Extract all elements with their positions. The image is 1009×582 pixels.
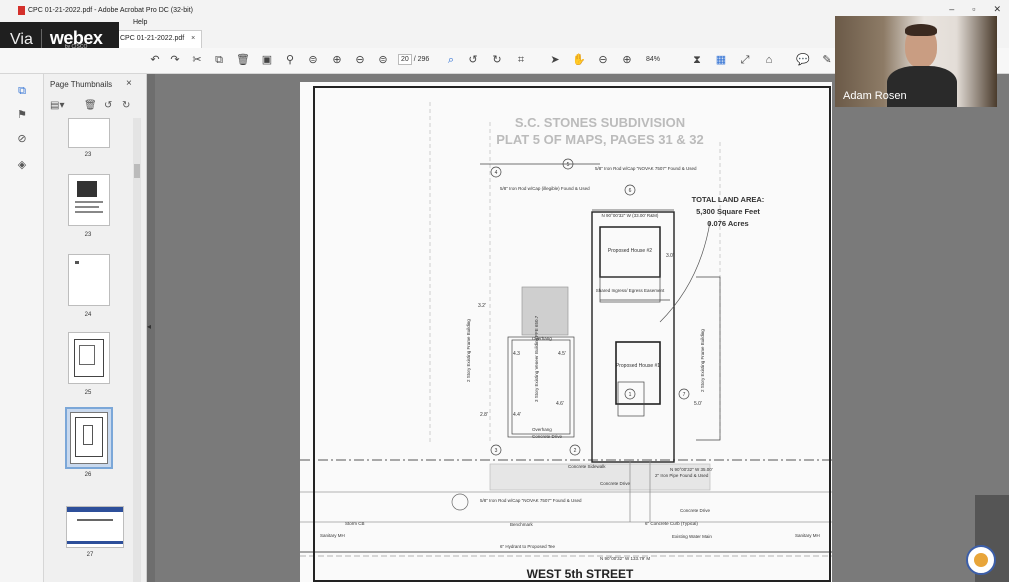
- document-tab[interactable]: CPC 01-21-2022.pdf ×: [113, 30, 203, 48]
- thumbnail-page[interactable]: [66, 506, 124, 548]
- thumbnail-page-number: 26: [84, 472, 92, 478]
- thumbnail-rotate-right-icon[interactable]: ↻: [122, 100, 130, 111]
- zoom-out-icon[interactable]: ⊖: [596, 53, 610, 67]
- tab-close-icon[interactable]: ×: [191, 35, 195, 42]
- zoom-value[interactable]: 84%: [646, 56, 660, 63]
- undo-icon[interactable]: ↶: [148, 53, 162, 67]
- scrollbar-thumb[interactable]: [134, 164, 140, 178]
- thumbnail-page-number: 25: [84, 390, 92, 396]
- find-icon[interactable]: ⚲: [283, 53, 297, 67]
- thumbnail-page-selected[interactable]: [65, 407, 113, 469]
- pdf-icon: [18, 6, 25, 15]
- maximize-icon[interactable]: ▫: [972, 4, 975, 15]
- window-controls: – ▫ ✕: [949, 4, 1001, 15]
- webex-brand-block: webex by CISCO: [50, 29, 103, 50]
- delete-icon[interactable]: 🗑: [236, 53, 250, 67]
- thumbnail-page[interactable]: [68, 332, 110, 384]
- page-total: / 296: [413, 56, 430, 63]
- comment-icon[interactable]: 💬: [796, 53, 810, 67]
- snapshot-icon[interactable]: ▣: [260, 53, 274, 67]
- screen: CPC 01-21-2022.pdf - Adobe Acrobat Pro D…: [0, 0, 1009, 582]
- thumbnail-tools: ▤▾ 🗑 ↺ ↻: [48, 100, 144, 116]
- hand-icon[interactable]: ✋: [572, 53, 586, 67]
- layers-icon[interactable]: ◈: [15, 158, 29, 172]
- pen-icon[interactable]: ✎: [820, 53, 834, 67]
- cut-icon[interactable]: ✂: [190, 53, 204, 67]
- thumbnail-rotate-left-icon[interactable]: ↺: [104, 100, 112, 111]
- minimize-icon[interactable]: –: [949, 4, 954, 15]
- select-icon[interactable]: ➤: [548, 53, 562, 67]
- fullscreen-icon[interactable]: ⤢: [738, 53, 752, 67]
- participant-name: Adam Rosen: [843, 90, 907, 102]
- zoom-in-icon[interactable]: ⊕: [620, 53, 634, 67]
- thumbnail-header: Page Thumbnails: [50, 80, 113, 89]
- last-page-icon[interactable]: ⊜: [376, 53, 390, 67]
- fit-page-icon[interactable]: ⧗: [690, 53, 704, 67]
- video-tile[interactable]: Adam Rosen: [835, 16, 997, 107]
- cursor-icon[interactable]: ⌕: [444, 53, 458, 67]
- thumbnail-page-number: 23: [84, 232, 92, 238]
- menu-help[interactable]: Help: [133, 19, 147, 26]
- thumbnail-page-number: 24: [84, 312, 92, 318]
- scroll-mode-icon[interactable]: ▦: [714, 53, 728, 67]
- drawing-border: [313, 86, 831, 582]
- thumbnail-page[interactable]: [68, 254, 110, 306]
- window-title: CPC 01-21-2022.pdf - Adobe Acrobat Pro D…: [28, 7, 193, 14]
- thumbnail-page-number: 23: [84, 152, 92, 158]
- redo-icon[interactable]: ↷: [168, 53, 182, 67]
- thumbnail-scrollbar[interactable]: [133, 118, 141, 582]
- next-page-icon[interactable]: ⊖: [353, 53, 367, 67]
- thumbnail-close-icon[interactable]: ×: [126, 78, 132, 89]
- prev-page-icon[interactable]: ⊕: [330, 53, 344, 67]
- copy-icon[interactable]: ⧉: [212, 53, 226, 67]
- page-indicator: 20 / 296: [398, 54, 429, 65]
- seal-center: [974, 553, 988, 567]
- attachment-icon[interactable]: ⊘: [15, 132, 29, 146]
- first-page-icon[interactable]: ⊜: [306, 53, 320, 67]
- close-icon[interactable]: ✕: [993, 4, 1001, 15]
- tab-label: CPC 01-21-2022.pdf: [120, 35, 185, 42]
- left-rail: ⧉ ⚑ ⊘ ◈: [0, 74, 44, 582]
- thumbnail-page-number: 27: [86, 552, 94, 558]
- thumbnail-panel: Page Thumbnails × ▤▾ 🗑 ↺ ↻ 23 23 24 25 2…: [44, 74, 147, 582]
- bookmark-icon[interactable]: ⚑: [15, 108, 29, 122]
- page-number-input[interactable]: 20: [398, 54, 412, 65]
- person-hair: [905, 24, 937, 36]
- webex-via: Via: [10, 31, 33, 48]
- crop-icon[interactable]: ⌗: [514, 53, 528, 67]
- thumbnail-page[interactable]: [68, 174, 110, 226]
- thumbnail-page[interactable]: [68, 118, 110, 148]
- thumbnail-delete-icon[interactable]: 🗑: [84, 100, 97, 111]
- city-seal-logo: [966, 545, 996, 575]
- collapse-panel-icon[interactable]: ◂: [147, 322, 151, 331]
- rotate-right-icon[interactable]: ↻: [490, 53, 504, 67]
- rotate-left-icon[interactable]: ↺: [466, 53, 480, 67]
- page-thumbnails-icon[interactable]: ⧉: [15, 84, 29, 98]
- thumbnail-options-icon[interactable]: ▤▾: [50, 100, 64, 111]
- read-mode-icon[interactable]: ⌂: [762, 53, 776, 67]
